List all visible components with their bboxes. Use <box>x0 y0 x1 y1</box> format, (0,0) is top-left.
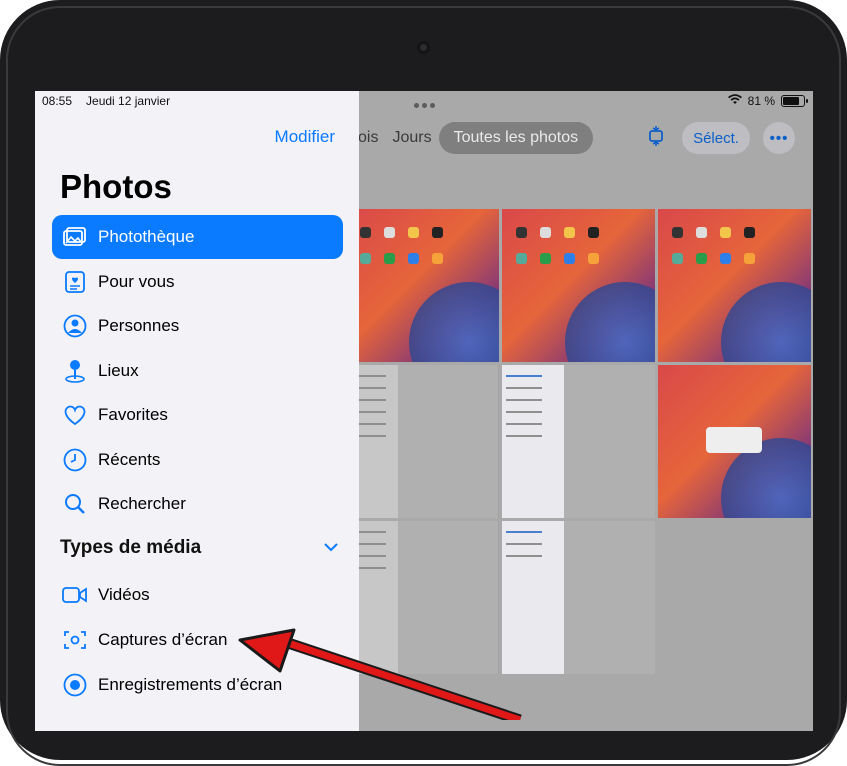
heart-icon <box>61 401 89 429</box>
search-icon <box>61 490 89 518</box>
aspect-ratio-button[interactable] <box>641 122 671 154</box>
multitasking-dots[interactable] <box>414 103 435 108</box>
view-segmented-control[interactable]: ois Jours Toutes les photos <box>351 121 594 155</box>
sidebar-item-label: Rechercher <box>98 494 186 513</box>
sidebar-item-label: Personnes <box>98 316 180 335</box>
for-you-icon <box>61 268 89 296</box>
edit-button[interactable]: Modifier <box>275 127 335 147</box>
photo-thumbnail[interactable] <box>502 209 655 362</box>
sidebar-item-screen-recordings[interactable]: Enregistrements d’écran <box>52 663 343 707</box>
sidebar-item-label: Photothèque <box>98 227 195 246</box>
more-button[interactable]: ••• <box>763 122 795 154</box>
sidebar-item-videos[interactable]: Vidéos <box>52 573 343 617</box>
video-icon <box>61 581 89 609</box>
sidebar-item-label: Favorites <box>98 405 168 424</box>
sidebar-item-label: Vidéos <box>98 585 150 604</box>
photo-library-icon <box>61 223 89 251</box>
sidebar-item-label: Récents <box>98 450 161 469</box>
photo-thumbnail[interactable] <box>502 521 655 674</box>
chevron-down-icon[interactable] <box>324 539 338 557</box>
sidebar-item-favorites[interactable]: Favorites <box>52 393 343 437</box>
photo-thumbnail[interactable] <box>346 209 499 362</box>
screen-recording-icon <box>61 671 89 699</box>
photo-thumbnail[interactable] <box>346 365 499 518</box>
people-icon <box>61 312 89 340</box>
clock-icon <box>61 446 89 474</box>
photo-thumbnail[interactable] <box>658 365 811 518</box>
sidebar-item-label: Pour vous <box>98 272 175 291</box>
sidebar-item-label: Enregistrements d’écran <box>98 675 283 694</box>
front-camera <box>417 41 430 54</box>
sidebar-item-search[interactable]: Rechercher <box>52 482 343 526</box>
photo-thumbnail[interactable] <box>502 365 655 518</box>
screenshot-icon <box>61 626 89 654</box>
photo-thumbnail[interactable] <box>346 521 499 674</box>
sidebar-item-recents[interactable]: Récents <box>52 438 343 482</box>
sidebar-item-places[interactable]: Lieux <box>52 349 343 393</box>
status-right: 81 % <box>727 94 808 108</box>
sidebar-item-label: Captures d’écran <box>98 630 228 649</box>
tab-all-photos[interactable]: Toutes les photos <box>438 122 594 154</box>
sidebar-item-for-you[interactable]: Pour vous <box>52 260 343 304</box>
places-pin-icon <box>61 357 89 385</box>
photo-thumbnail[interactable] <box>658 209 811 362</box>
battery-icon <box>781 95 808 107</box>
sidebar-item-library[interactable]: Photothèque <box>52 215 343 259</box>
sidebar-item-label: Lieux <box>98 361 139 380</box>
battery-percent: 81 % <box>747 94 775 108</box>
ellipsis-icon: ••• <box>769 129 789 147</box>
select-button[interactable]: Sélect. <box>682 122 750 154</box>
sidebar-item-people[interactable]: Personnes <box>52 304 343 348</box>
status-left: 08:55 Jeudi 12 janvier <box>42 94 170 108</box>
status-time: 08:55 <box>42 94 73 108</box>
media-types-header[interactable]: Types de média <box>60 537 338 559</box>
sidebar-item-screenshots[interactable]: Captures d’écran <box>52 618 343 662</box>
aspect-ratio-icon <box>648 126 664 150</box>
media-types-title: Types de média <box>60 537 202 558</box>
status-date: Jeudi 12 janvier <box>86 94 171 108</box>
ipad-screen: 81 % ois Jours Toutes les photos Sélect.… <box>35 91 813 731</box>
sidebar-title: Photos <box>60 168 172 205</box>
sidebar: 08:55 Jeudi 12 janvier Modifier Photos P… <box>35 91 359 731</box>
tab-days[interactable]: Jours <box>385 129 438 147</box>
wifi-icon <box>727 94 742 108</box>
